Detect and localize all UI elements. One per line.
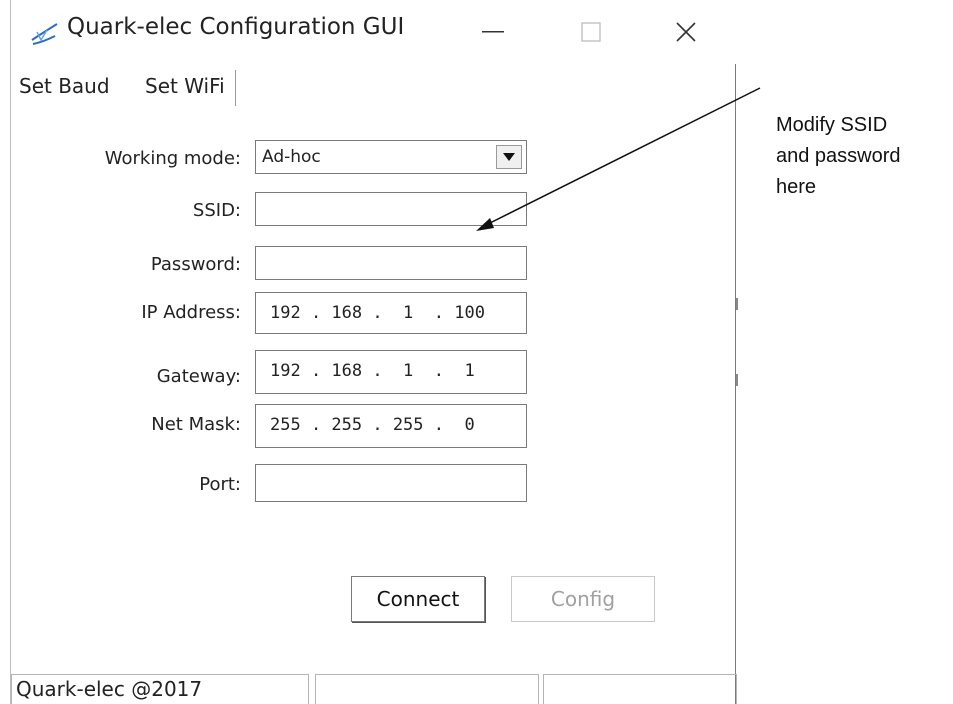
annotation-line-3: here — [776, 176, 817, 198]
annotation-line-1: Modify SSID — [776, 114, 888, 136]
annotation-arrow — [476, 87, 761, 231]
annotation-text: Modify SSID and password here — [776, 110, 901, 203]
annotation-line-2: and password — [776, 145, 901, 167]
